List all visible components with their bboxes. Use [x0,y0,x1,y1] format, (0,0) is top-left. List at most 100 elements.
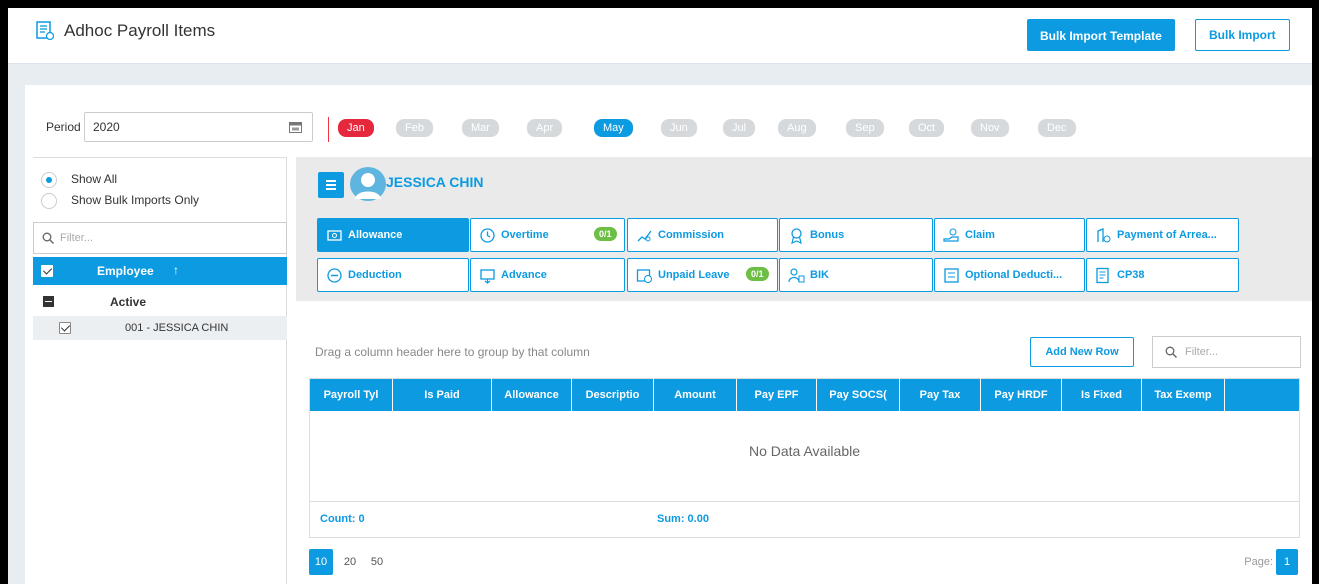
main-card: Period 2020 Jan Feb Mar Apr May Jun Jul … [25,85,1312,584]
tab-commission[interactable]: Commission [627,218,778,252]
tab-label: BIK [810,269,829,281]
tab-allowance[interactable]: Allowance [317,218,469,252]
employee-tabs-panel: JESSICA CHIN Allowance Overtime 0/1 Comm… [296,157,1312,301]
group-row-active[interactable]: Active [33,290,287,314]
month-jan[interactable]: Jan [338,119,374,137]
tab-advance[interactable]: Advance [470,258,625,292]
month-jul[interactable]: Jul [723,119,756,137]
column-description[interactable]: Descriptio [572,379,654,411]
employee-checkbox[interactable] [59,322,71,334]
month-oct[interactable]: Oct [909,119,945,137]
bulk-import-template-button[interactable]: Bulk Import Template [1027,19,1175,51]
sum-summary: Sum: 0.00 [657,513,709,525]
tab-overtime[interactable]: Overtime 0/1 [470,218,625,252]
period-value: 2020 [93,120,120,134]
month-may[interactable]: May [594,119,633,137]
employee-row[interactable]: 001 - JESSICA CHIN [33,316,287,340]
commission-icon [637,230,652,242]
menu-button[interactable] [318,172,344,198]
tab-claim[interactable]: Claim [934,218,1085,252]
column-pay-tax[interactable]: Pay Tax [900,379,981,411]
grid-filter-input[interactable]: Filter... [1152,336,1301,368]
show-bulk-radio[interactable] [41,193,57,209]
employee-column-header[interactable]: Employee [97,264,154,278]
employee-panel: Show All Show Bulk Imports Only Filter..… [33,157,287,584]
tab-bik[interactable]: BIK [779,258,933,292]
bik-icon [788,268,805,283]
select-all-checkbox[interactable] [41,265,53,277]
tab-label: Allowance [348,229,403,241]
count-summary: Count: 0 [320,513,365,525]
month-aug[interactable]: Aug [778,119,816,137]
payroll-data-grid: Payroll Tyl Is Paid Allowance Descriptio… [309,378,1300,538]
tab-deduction[interactable]: Deduction [317,258,469,292]
search-icon [42,232,54,244]
app-frame: Adhoc Payroll Items Bulk Import Template… [8,8,1312,584]
month-jun[interactable]: Jun [661,119,697,137]
unpaid-leave-icon [636,269,652,283]
month-sep[interactable]: Sep [846,119,884,137]
top-bar: Adhoc Payroll Items Bulk Import Template… [8,8,1312,64]
page-number[interactable]: 1 [1276,549,1298,575]
month-apr[interactable]: Apr [527,119,563,137]
page-size-10[interactable]: 10 [309,549,333,575]
allowance-icon [327,230,342,241]
month-dec[interactable]: Dec [1038,119,1076,137]
page-label: Page: [1244,556,1273,568]
employee-name: JESSICA CHIN [386,174,484,190]
column-pay-epf[interactable]: Pay EPF [737,379,817,411]
calendar-icon[interactable] [289,121,302,133]
bulk-import-button[interactable]: Bulk Import [1195,19,1290,51]
month-feb[interactable]: Feb [396,119,433,137]
user-silhouette-icon [355,173,381,199]
column-allowance[interactable]: Allowance [492,379,572,411]
month-separator [328,117,329,142]
tab-label: Deduction [348,269,402,281]
employee-grid-header: Employee ↑ [33,257,287,285]
column-pay-hrdf[interactable]: Pay HRDF [981,379,1062,411]
tab-label: Advance [501,269,547,281]
tab-optional-deduction[interactable]: Optional Deducti... [934,258,1085,292]
column-pay-socso[interactable]: Pay SOCS( [817,379,900,411]
column-is-paid[interactable]: Is Paid [393,379,492,411]
page-title: Adhoc Payroll Items [64,21,216,40]
tab-label: Commission [658,229,725,241]
payroll-list-icon [36,21,54,41]
add-new-row-button[interactable]: Add New Row [1030,337,1134,367]
count-badge: 0/1 [594,227,617,241]
tab-unpaid-leave[interactable]: Unpaid Leave 0/1 [627,258,778,292]
column-payroll-type[interactable]: Payroll Tyl [310,379,393,411]
column-is-fixed[interactable]: Is Fixed [1062,379,1142,411]
tab-label: CP38 [1117,269,1145,281]
period-label: Period [46,120,81,134]
tab-label: Claim [965,229,995,241]
page-size-20[interactable]: 20 [338,549,362,575]
group-panel-hint: Drag a column header here to group by th… [315,345,590,359]
period-input[interactable]: 2020 [84,112,313,142]
month-mar[interactable]: Mar [462,119,499,137]
advance-icon [480,269,495,284]
tab-cp38[interactable]: CP38 [1086,258,1239,292]
page-size-50[interactable]: 50 [365,549,389,575]
tab-bonus[interactable]: Bonus [779,218,933,252]
sort-asc-icon: ↑ [173,263,179,277]
column-tax-exempt[interactable]: Tax Exemp [1142,379,1225,411]
tab-label: Optional Deducti... [965,269,1063,281]
deduction-icon [327,268,342,283]
overtime-icon [480,228,495,243]
tab-label: Unpaid Leave [658,269,730,281]
show-bulk-label: Show Bulk Imports Only [71,193,200,207]
grid-footer: Count: 0 Sum: 0.00 [310,501,1299,537]
collapse-icon[interactable] [43,296,54,307]
grid-filter-placeholder: Filter... [1185,346,1219,358]
search-icon [1165,346,1177,358]
show-all-radio[interactable] [41,172,57,188]
month-nov[interactable]: Nov [971,119,1009,137]
tab-payment-of-arrears[interactable]: Payment of Arrea... [1086,218,1239,252]
employee-filter-input[interactable]: Filter... [33,222,287,254]
employee-row-label: 001 - JESSICA CHIN [125,322,229,334]
count-badge: 0/1 [746,267,769,281]
column-amount[interactable]: Amount [654,379,737,411]
filter-placeholder: Filter... [60,232,94,244]
claim-icon [943,228,959,242]
